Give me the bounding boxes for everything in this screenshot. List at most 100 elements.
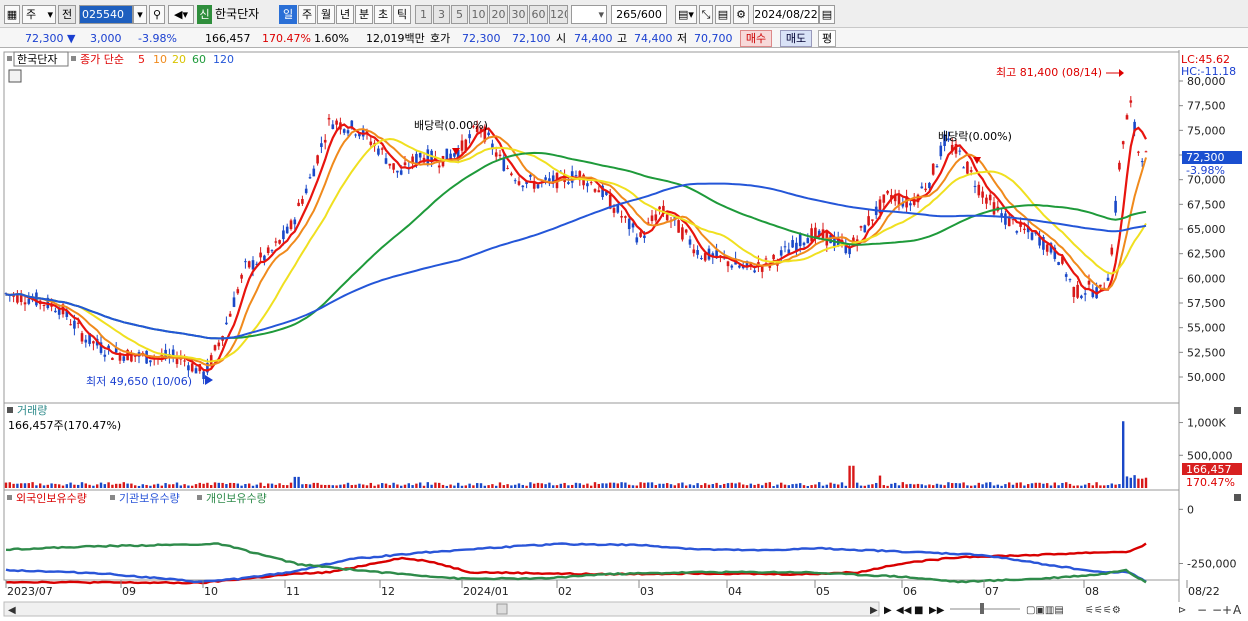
ma-60-label: 60	[192, 53, 206, 66]
layout-icon[interactable]: ▢▣▥▤	[1026, 605, 1064, 616]
chart-menu-icon[interactable]: ▦	[4, 5, 20, 24]
horizontal-scrollbar[interactable]	[3, 601, 880, 617]
volume-bar	[453, 485, 456, 488]
volume-bar	[780, 482, 783, 488]
period-tab[interactable]: 틱	[393, 5, 411, 24]
volume-bar	[244, 483, 247, 488]
draw-line-icon[interactable]: ⤡	[699, 5, 713, 24]
panel-close-icon[interactable]	[1234, 494, 1241, 501]
interval-tab[interactable]: 3	[433, 5, 450, 24]
candle-body	[909, 203, 912, 206]
prev-button[interactable]: 전	[58, 5, 76, 24]
volume-bar	[696, 483, 699, 488]
scroll-thumb[interactable]	[496, 603, 508, 615]
chart-type-icon[interactable]: ▤▾	[675, 5, 697, 24]
period-tab[interactable]: 일	[279, 5, 297, 24]
avg-button[interactable]: 평	[818, 30, 836, 47]
volume-bar	[738, 482, 741, 488]
scroll-left-icon[interactable]: ◀	[8, 605, 16, 616]
period-tab[interactable]: 초	[374, 5, 392, 24]
save-icon[interactable]: ▤	[715, 5, 731, 24]
code-dropdown-icon[interactable]: ▾	[133, 5, 147, 24]
change-value: 3,000	[90, 32, 122, 45]
period-tab[interactable]: 년	[336, 5, 354, 24]
panel-close-icon[interactable]	[1234, 407, 1241, 414]
volume-bar	[1087, 482, 1091, 488]
period-tab[interactable]: 분	[355, 5, 373, 24]
volume-bar	[681, 482, 684, 488]
candle-body	[80, 333, 84, 342]
zoom-in-icon[interactable]: ⊳	[1178, 605, 1186, 616]
interval-tab[interactable]: 1	[415, 5, 432, 24]
volume-bar	[935, 483, 939, 488]
buy-button[interactable]: 매수	[740, 30, 772, 47]
volume-bar	[438, 482, 441, 488]
candle-body	[388, 163, 392, 166]
volume-bar	[973, 485, 977, 488]
chevron-down-icon: ▾	[47, 8, 53, 21]
volume-bar	[840, 482, 844, 488]
volume-bar	[951, 483, 954, 488]
zoom-minus-icon[interactable]: −	[1212, 603, 1222, 617]
zoom-plus-icon[interactable]: +	[1222, 603, 1232, 617]
candle-body	[384, 158, 388, 164]
period-type-select[interactable]: 주 ▾	[22, 5, 56, 24]
gear-icon[interactable]: ⚙	[733, 5, 749, 24]
candle-body	[228, 313, 232, 317]
sound-icon[interactable]: ◀▾	[168, 5, 194, 24]
calendar-icon[interactable]: ▤	[819, 5, 835, 24]
candle-body	[403, 162, 407, 166]
bar-count-field[interactable]: 265/600	[611, 5, 667, 24]
high-value: 74,400	[634, 32, 673, 45]
volume-bar	[377, 484, 380, 488]
interval-tab[interactable]: 120	[549, 5, 568, 24]
volume-bar	[795, 483, 798, 488]
date-field[interactable]: 2024/08/22	[753, 5, 819, 24]
candle-body	[426, 149, 430, 165]
stop-icon[interactable]: ■	[914, 605, 923, 616]
volume-bar	[419, 482, 422, 488]
interval-tab[interactable]: 10	[469, 5, 488, 24]
zoom-slider-handle[interactable]	[980, 603, 984, 614]
interval-tab[interactable]: 5	[451, 5, 468, 24]
interval-tab[interactable]: 20	[489, 5, 508, 24]
volume-bar	[141, 484, 144, 488]
candle-body	[939, 145, 943, 157]
volume-bar	[331, 485, 334, 488]
stock-code-input[interactable]: 025540	[79, 5, 133, 24]
interval-select[interactable]: ▾	[571, 5, 607, 24]
candle-body	[700, 258, 703, 260]
volume-bar	[552, 485, 555, 488]
volume-bar	[799, 483, 802, 488]
stock-tag-badge: 신	[197, 5, 212, 24]
rewind-icon[interactable]: ◀◀	[896, 605, 912, 616]
candle-body	[1076, 284, 1079, 298]
search-icon[interactable]: ⚲	[149, 5, 165, 24]
volume-bar	[647, 482, 650, 488]
tools-icon[interactable]: ⚟⚟⚟⚙	[1085, 605, 1121, 616]
volume-bar	[441, 484, 445, 488]
candle-body	[251, 260, 255, 270]
candle-body	[1045, 244, 1049, 252]
autoscale-icon[interactable]: A	[1233, 603, 1242, 617]
fast-forward-icon[interactable]: ▶▶	[929, 605, 945, 616]
scroll-right-icon[interactable]: ▶	[870, 605, 878, 616]
interval-tab[interactable]: 60	[529, 5, 548, 24]
candle-body	[635, 237, 639, 243]
zoom-out-icon[interactable]: −	[1197, 603, 1207, 617]
table-icon[interactable]	[8, 69, 22, 83]
candle-body	[681, 227, 684, 240]
period-tab[interactable]: 주	[298, 5, 316, 24]
play-forward-icon[interactable]: ▶	[884, 605, 892, 616]
volume-bar	[1110, 483, 1113, 488]
volume-bar	[483, 485, 486, 488]
candle-body	[992, 202, 996, 215]
stock-chart[interactable]: 한국단자 종가 단순 5 10 20 60 120 LC:45.62 HC:-1…	[0, 50, 1248, 621]
volume-bar	[179, 485, 182, 488]
sell-button[interactable]: 매도	[780, 30, 812, 47]
volume-bar	[255, 484, 258, 488]
candle-body	[620, 216, 623, 218]
interval-tab[interactable]: 30	[509, 5, 528, 24]
holding-legend: 외국인보유수량 기관보유수량 개인보유수량	[7, 492, 267, 505]
period-tab[interactable]: 월	[317, 5, 335, 24]
